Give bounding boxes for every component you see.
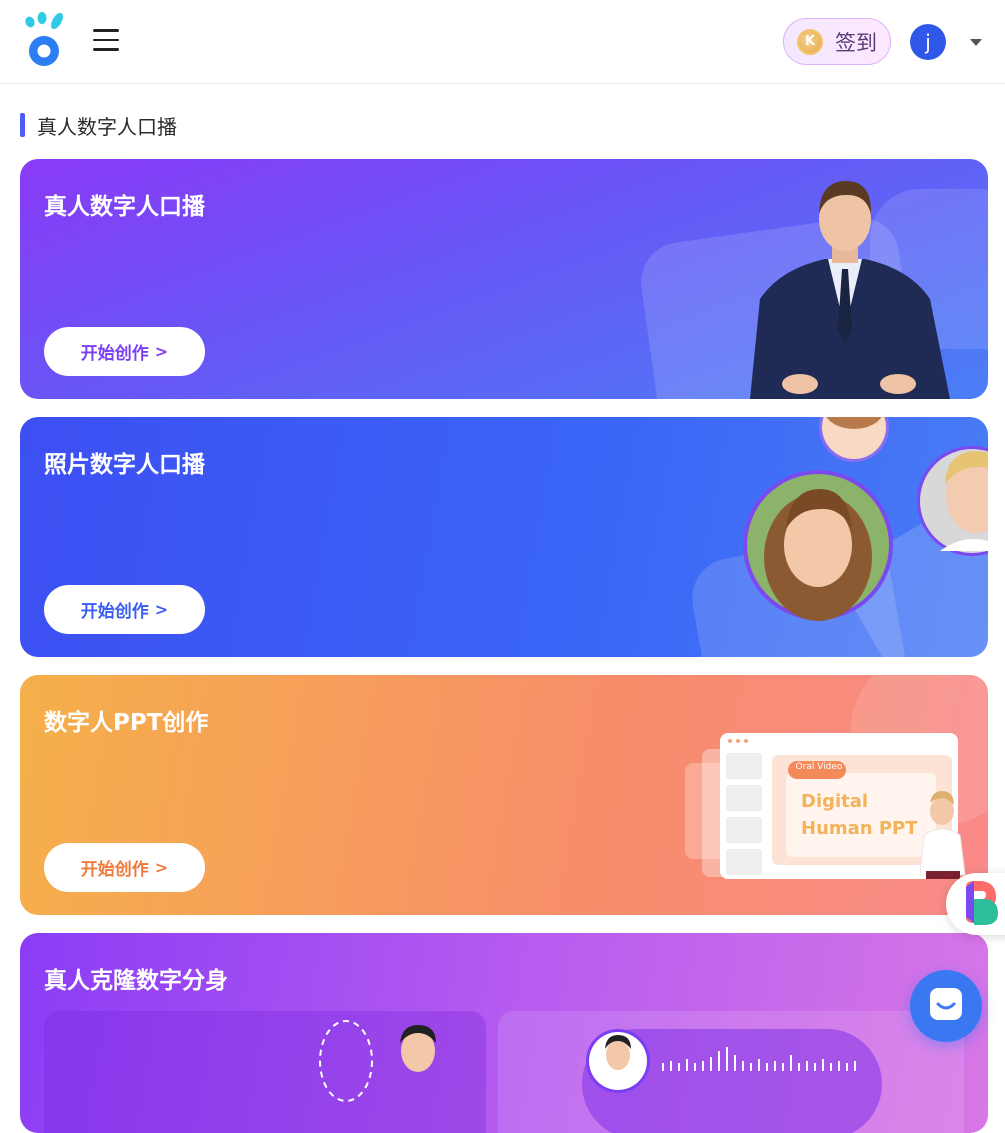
chat-icon <box>930 988 962 1020</box>
start-create-button[interactable]: 开始创作 > <box>44 327 205 376</box>
chevron-right-icon: > <box>154 858 169 877</box>
caret-down-icon[interactable] <box>970 39 982 46</box>
signin-button[interactable]: K 签到 <box>783 18 891 65</box>
card-real-human-broadcast[interactable]: 真人数字人口播 开始创作 > <box>20 159 988 399</box>
chevron-right-icon: > <box>154 600 169 619</box>
top-bar: K 签到 j <box>0 0 1005 84</box>
coin-icon: K <box>797 28 823 55</box>
ppt-preview-line1: Digital <box>801 791 869 812</box>
card-title: 真人克隆数字分身 <box>44 968 228 994</box>
card-title: 照片数字人口播 <box>44 452 205 478</box>
user-avatar[interactable]: j <box>910 24 946 60</box>
section-accent-bar <box>20 113 25 137</box>
card-illustration <box>641 181 988 399</box>
card-photo-broadcast[interactable]: 照片数字人口播 开始创作 > <box>20 417 988 657</box>
hamburger-menu-icon[interactable] <box>93 29 119 53</box>
app-logo[interactable] <box>22 12 68 70</box>
start-create-button[interactable]: 开始创作 > <box>44 843 205 892</box>
chat-support-button[interactable] <box>910 970 982 1042</box>
signin-label: 签到 <box>835 30 877 55</box>
start-create-label: 开始创作 <box>80 602 149 622</box>
clone-illustration <box>319 1020 436 1102</box>
brand-floating-button[interactable] <box>946 873 1005 935</box>
card-digital-human-ppt[interactable]: Oral Video Digital Human PPT 数字人PPT创作 开始… <box>20 675 988 915</box>
section-heading: 真人数字人口播 <box>20 112 177 139</box>
card-illustration <box>692 417 988 657</box>
start-create-label: 开始创作 <box>80 344 149 364</box>
card-title: 数字人PPT创作 <box>44 710 209 736</box>
card-title: 真人数字人口播 <box>44 194 205 220</box>
brand-logo-icon <box>966 881 998 925</box>
ppt-preview-line2: Human PPT <box>801 818 918 839</box>
voice-illustration <box>582 1029 882 1133</box>
start-create-label: 开始创作 <box>80 860 149 880</box>
voice-preview-panel[interactable] <box>498 1011 964 1133</box>
ppt-preview-tag: Oral Video <box>795 762 843 772</box>
clone-preview-panel[interactable] <box>44 1011 486 1133</box>
chevron-right-icon: > <box>154 342 169 361</box>
card-clone-avatar[interactable]: 真人克隆数字分身 <box>20 933 988 1133</box>
section-title: 真人数字人口播 <box>37 114 177 139</box>
start-create-button[interactable]: 开始创作 > <box>44 585 205 634</box>
